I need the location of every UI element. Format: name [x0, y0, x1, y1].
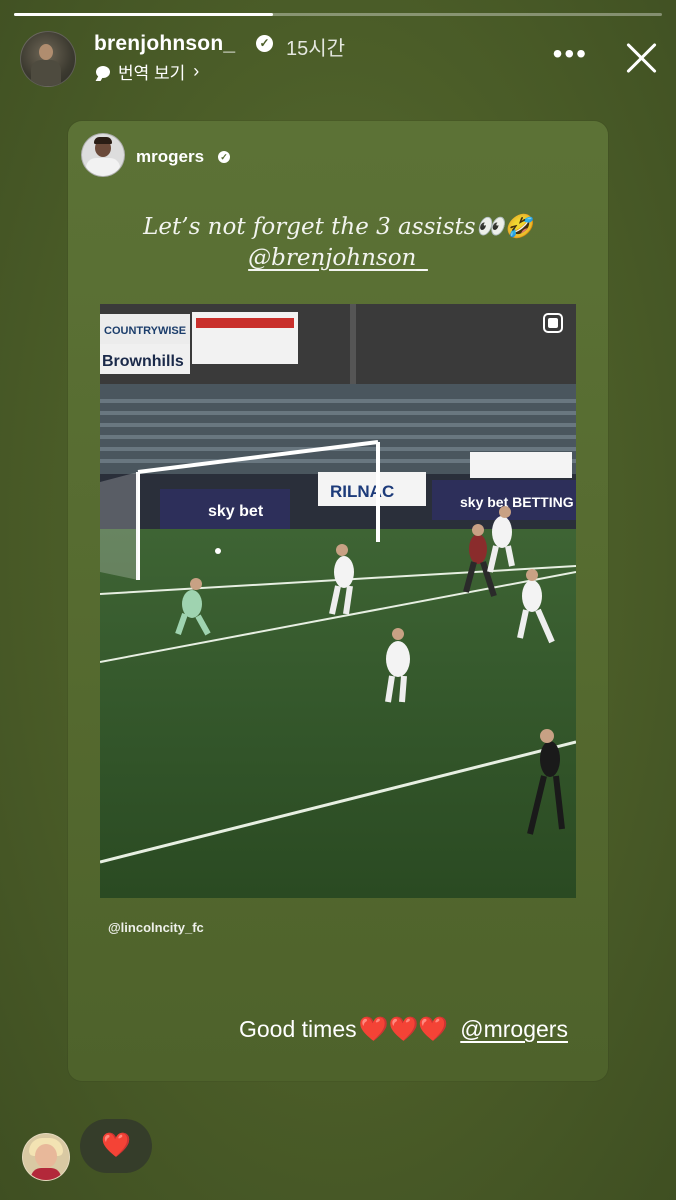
heart-emojis: ❤️❤️❤️: [358, 1016, 449, 1043]
overlay-text: Good times: [239, 1016, 357, 1042]
ad-skybet-betting: sky bet BETTING: [460, 494, 574, 510]
reaction-avatar[interactable]: [22, 1133, 70, 1181]
story-text-overlay: Good times ❤️❤️❤️ @mrogers: [239, 1015, 568, 1044]
more-dots-icon[interactable]: •••: [553, 40, 588, 68]
football-video[interactable]: COUNTRYWISE Brownhills sky bet RILNAC sk…: [100, 304, 576, 898]
speech-bubble-icon: [96, 65, 110, 78]
shared-post-username[interactable]: mrogers: [136, 147, 204, 167]
close-icon[interactable]: [622, 38, 662, 78]
ad-brownhills: Brownhills: [102, 353, 184, 370]
ad-skybet: sky bet: [208, 503, 264, 520]
chevron-right-icon: ›: [193, 61, 200, 81]
translate-button[interactable]: 번역 보기 ›: [96, 59, 199, 84]
ad-rilnac: RILNAC: [330, 482, 394, 501]
story-username[interactable]: brenjohnson_: [94, 32, 235, 56]
ad-countrywise: COUNTRYWISE: [104, 325, 186, 337]
shared-post-card[interactable]: mrogers ✓ Let’s not forget the 3 assists…: [68, 121, 608, 1081]
story-progress-fill: [14, 13, 274, 16]
verified-badge-icon: ✓: [218, 151, 230, 163]
shared-post-avatar[interactable]: [81, 133, 125, 177]
story-avatar[interactable]: [20, 31, 76, 87]
story-time: 15시간: [286, 38, 346, 60]
video-watermark: @lincolncity_fc: [108, 920, 204, 935]
caption-mention[interactable]: @brenjohnson_: [68, 245, 608, 271]
verified-badge-icon: ✓: [256, 35, 273, 52]
overlay-mention[interactable]: @mrogers: [460, 1016, 568, 1043]
story-header: brenjohnson_ ✓ 15시간 번역 보기 › •••: [0, 26, 676, 90]
caption-line-1: Let’s not forget the 3 assists👀🤣: [143, 214, 533, 240]
reaction-heart-bubble[interactable]: ❤️: [80, 1119, 152, 1173]
translate-label: 번역 보기: [118, 64, 186, 83]
story-progress-bar: [14, 13, 662, 16]
football-scene-illustration: COUNTRYWISE Brownhills sky bet RILNAC sk…: [100, 304, 576, 898]
